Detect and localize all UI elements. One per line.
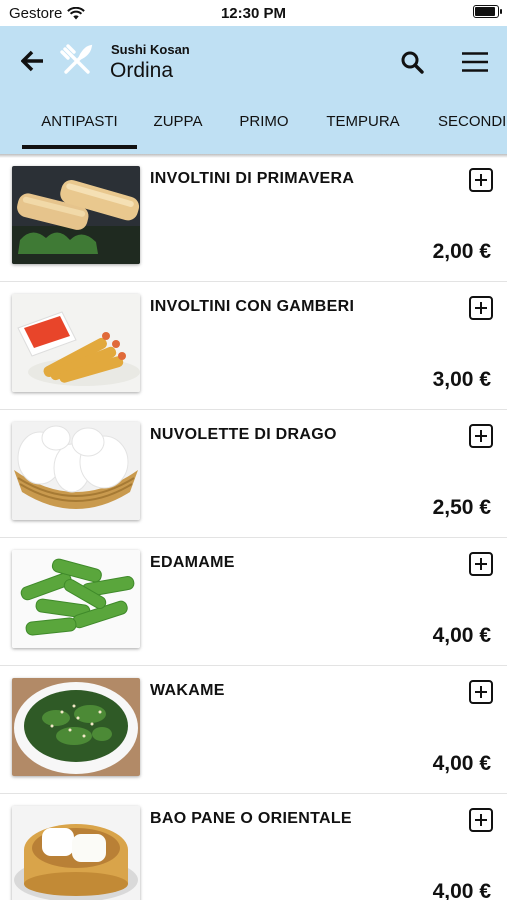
tab-zuppa[interactable]: ZUPPA [146,111,210,151]
add-icon[interactable] [469,424,493,448]
item-name: BAO PANE O ORIENTALE [150,810,352,827]
cutlery-icon [60,44,93,74]
hamburger-menu-icon [462,52,488,72]
search-icon [401,51,424,74]
item-price: 3,00 € [432,368,491,391]
back-arrow-icon [21,50,43,72]
restaurant-name: Sushi Kosan [111,42,190,57]
list-item[interactable]: INVOLTINI CON GAMBERI 3,00 € [0,282,507,410]
add-icon[interactable] [469,680,493,704]
item-price: 2,50 € [432,496,491,519]
page-title: Ordina [110,59,174,82]
list-item[interactable]: NUVOLETTE DI DRAGO 2,50 € [0,410,507,538]
active-tab-indicator [22,145,137,149]
tab-primo[interactable]: PRIMO [232,111,296,151]
menu-list[interactable]: INVOLTINI DI PRIMAVERA 2,00 € INVOLTINI … [0,154,507,900]
item-photo [12,806,140,900]
item-price: 4,00 € [432,752,491,775]
item-price: 4,00 € [432,624,491,647]
item-price: 2,00 € [432,240,491,263]
item-name: WAKAME [150,682,225,699]
app-bar: Sushi Kosan Ordina ANTIPASTI ZUPPA PRIMO… [0,26,507,154]
list-item[interactable]: INVOLTINI DI PRIMAVERA 2,00 € [0,154,507,282]
list-item[interactable]: EDAMAME 4,00 € [0,538,507,666]
item-price: 4,00 € [432,880,491,900]
list-item[interactable]: WAKAME 4,00 € [0,666,507,794]
list-item[interactable]: BAO PANE O ORIENTALE 4,00 € [0,794,507,900]
tab-tempura[interactable]: TEMPURA [318,111,408,151]
back-button[interactable] [18,46,48,76]
item-name: NUVOLETTE DI DRAGO [150,426,337,443]
add-icon[interactable] [469,296,493,320]
add-icon[interactable] [469,808,493,832]
item-name: INVOLTINI DI PRIMAVERA [150,170,355,187]
menu-button[interactable] [460,47,490,77]
item-name: EDAMAME [150,554,235,571]
item-photo [12,422,140,520]
tab-secondi[interactable]: SECONDI [438,111,506,151]
battery-icon [473,5,502,18]
item-name: INVOLTINI CON GAMBERI [150,298,355,315]
item-photo [12,678,140,776]
search-button[interactable] [398,48,426,76]
add-icon[interactable] [469,552,493,576]
status-time: 12:30 PM [220,5,287,22]
status-bar: Gestore 12:30 PM [0,0,507,26]
item-photo [12,550,140,648]
item-photo [12,166,140,264]
add-icon[interactable] [469,168,493,192]
item-photo [12,294,140,392]
